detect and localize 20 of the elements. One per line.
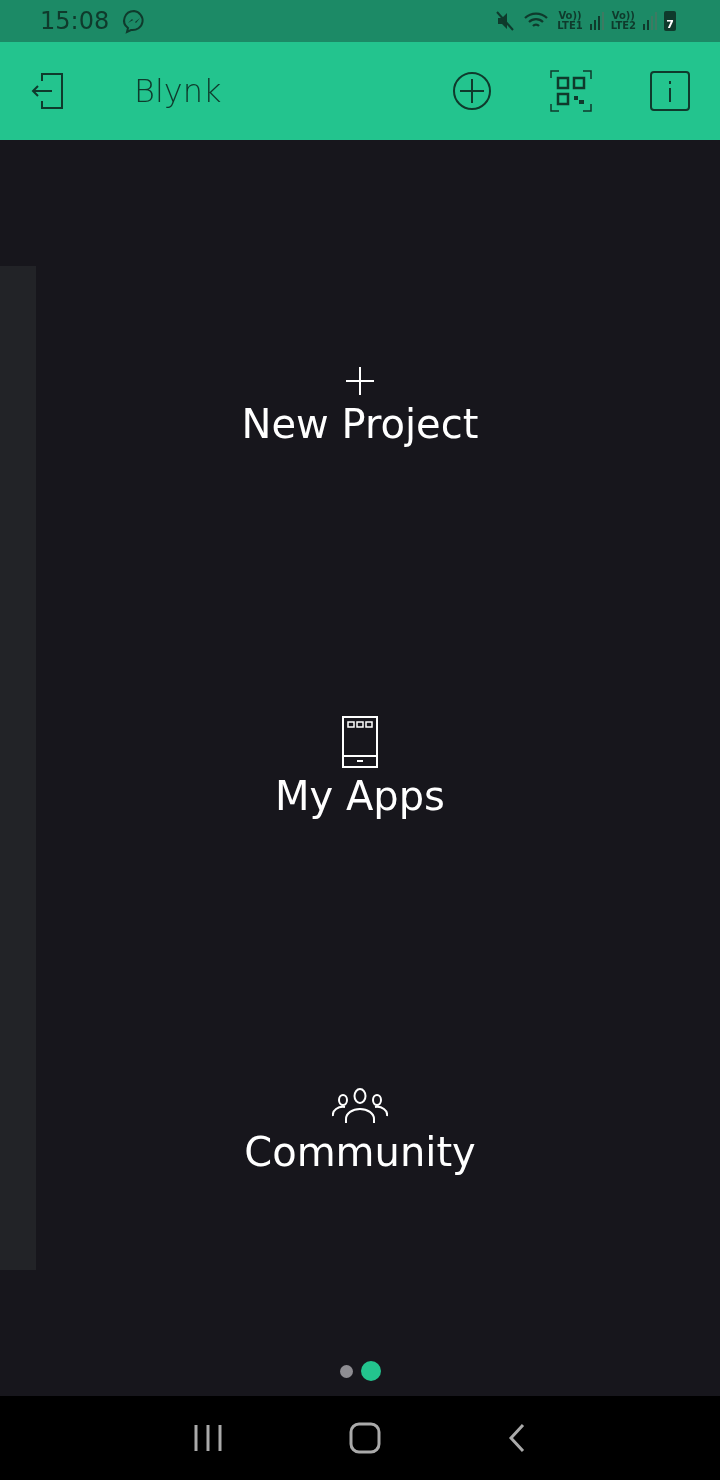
status-time: 15:08 [40, 7, 110, 35]
recent-apps-icon[interactable] [193, 1423, 223, 1453]
menu-item-label[interactable]: Community [244, 1128, 476, 1176]
back-icon[interactable] [507, 1423, 527, 1453]
add-icon[interactable] [452, 71, 492, 111]
battery-level: 7 [664, 11, 676, 31]
info-icon[interactable] [650, 71, 690, 111]
signal-icon [642, 12, 658, 30]
plus-icon[interactable] [345, 366, 375, 396]
sim-label: Vo)) LTE2 [610, 11, 636, 31]
logout-icon[interactable] [30, 71, 66, 111]
signal-icon [588, 12, 605, 30]
menu-item-label[interactable]: New Project [241, 400, 479, 448]
home-icon[interactable] [349, 1422, 381, 1454]
qr-code-icon[interactable] [550, 70, 592, 112]
people-icon[interactable] [332, 1088, 388, 1124]
app-title: Blynk [134, 72, 222, 110]
phone-icon[interactable] [342, 716, 378, 768]
menu-item-label[interactable]: My Apps [275, 772, 445, 820]
sim-label: Vo)) LTE1 [557, 11, 583, 31]
